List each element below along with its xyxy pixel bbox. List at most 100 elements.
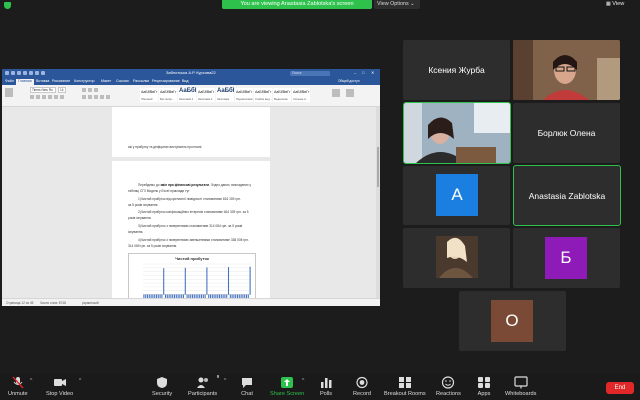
microphone-muted-icon <box>12 376 24 389</box>
paragraph-line: 314 069 грн. за 5 років існування. <box>128 244 178 248</box>
style-sample: АаБбВвГг <box>141 90 158 94</box>
unmute-button[interactable]: Unmute <box>8 376 28 400</box>
whiteboards-button[interactable]: Whiteboards <box>505 376 536 400</box>
highlight-icon <box>60 95 64 99</box>
active-speaker-tile[interactable]: Anastasia Zablotska <box>513 165 621 226</box>
paragraph-line: існування. <box>128 230 144 234</box>
word-ribbon: Times New Ro 14 АаБбВвГг Обычный АаБбВвГ… <box>2 79 380 107</box>
participant-video-tile[interactable] <box>403 228 510 288</box>
document-page: Перейдемо до змін про фінансові результа… <box>112 161 270 298</box>
align-left-icon <box>82 95 86 99</box>
participant-video-tile[interactable] <box>513 40 620 100</box>
participants-caret-icon[interactable]: ^ <box>224 378 226 384</box>
redo-icon <box>23 71 27 75</box>
style-title: АаБбІ Заголовок <box>216 88 234 102</box>
word-search-box: Поиск <box>290 71 330 76</box>
chat-icon <box>242 378 252 388</box>
maximize-icon: □ <box>362 70 365 75</box>
polls-button[interactable]: Polls <box>319 376 333 400</box>
minimize-icon: – <box>354 70 357 75</box>
style-name: Обычный <box>141 98 153 101</box>
participant-video <box>404 103 510 163</box>
participants-label: Participants <box>188 391 218 397</box>
chat-button[interactable]: Chat <box>240 376 254 400</box>
chart-svg: Чистий прибуток <box>143 256 251 298</box>
document-title: Заблотська А.Р. Курсова22 <box>166 70 216 75</box>
chart-bar <box>184 267 186 295</box>
tab-insert: Вставка <box>36 79 50 83</box>
video-options-caret-icon[interactable]: ^ <box>79 378 81 384</box>
bold-run: змін про фінансові результати <box>160 183 209 187</box>
style-name: Подзаголовок <box>236 98 253 101</box>
share-screen-button[interactable]: Share Screen <box>270 376 304 400</box>
participants-button[interactable]: 9 Participants <box>188 374 220 400</box>
polls-icon <box>321 378 332 388</box>
participant-avatar: A <box>436 174 478 216</box>
chart-bar <box>249 266 251 295</box>
chart-net-profit: Чистий прибуток <box>128 253 256 298</box>
paragraph-line: 1)Чистий прибуток від критичної ліквідно… <box>138 197 241 201</box>
chart-bars <box>143 266 251 298</box>
word-title-bar: Заблотська А.Р. Курсова22 Поиск – □ ✕ <box>2 69 380 78</box>
view-options-button[interactable]: View Options ⌄ <box>374 0 420 9</box>
share-options-caret-icon[interactable]: ^ <box>302 378 304 384</box>
undo-icon <box>17 71 21 75</box>
record-button[interactable]: Record <box>353 376 371 400</box>
paragraph-line: 4)Чистий прибуток з поверненими зменшенн… <box>138 238 249 242</box>
justify-icon <box>100 95 104 99</box>
word-count: Число слов: 8748 <box>40 301 66 305</box>
scrollbar-thumb <box>377 147 379 187</box>
style-heading1: АаБбІ Заголовок 1 <box>178 88 196 102</box>
end-meeting-button[interactable]: End <box>606 382 634 394</box>
shield-icon <box>157 377 168 388</box>
share-label: Общий доступ <box>338 79 360 83</box>
tab-layout: Макет <box>101 79 112 83</box>
dictate-icon <box>346 89 354 97</box>
style-sample: АаБбВвГг <box>255 90 272 94</box>
style-sample: АаБбВвГг <box>274 90 291 94</box>
breakout-rooms-button[interactable]: Breakout Rooms <box>384 376 426 400</box>
vertical-scrollbar <box>376 107 380 298</box>
style-sample: АаБбВвГг <box>160 90 177 94</box>
apps-button[interactable]: Apps <box>477 376 491 400</box>
paragraph-line: років існування. <box>128 216 152 220</box>
style-sample: АаБбВвГг <box>198 90 215 94</box>
participant-tile[interactable]: A <box>403 166 510 225</box>
more-icon <box>35 71 39 75</box>
participant-tile[interactable]: Б <box>513 228 620 288</box>
security-shield-icon[interactable] <box>4 2 11 9</box>
whiteboard-icon <box>514 376 528 389</box>
whiteboards-label: Whiteboards <box>505 391 537 397</box>
tab-view: Вид <box>182 79 189 83</box>
reactions-label: Reactions <box>436 391 461 397</box>
stop-video-button[interactable]: Stop Video <box>46 376 73 400</box>
refresh-icon <box>41 71 45 75</box>
style-subtle-emphasis: АаБбВвГг Слабое выд... <box>254 88 272 102</box>
view-button[interactable]: ▦ View <box>606 1 624 7</box>
participant-avatar: О <box>491 300 533 342</box>
document-canvas: які у прибутку та дефіцитах виступають п… <box>2 107 380 298</box>
paragraph-line: таблиці СГЗ Модель у Excel приклади тут <box>128 189 190 193</box>
breakout-rooms-label: Breakout Rooms <box>384 391 426 397</box>
close-icon: ✕ <box>371 70 375 75</box>
participants-count: 9 <box>216 374 220 379</box>
participant-video-tile[interactable] <box>403 102 511 164</box>
participant-tile[interactable]: Ксения Журба <box>403 40 510 100</box>
font-size-box: 14 <box>58 87 66 93</box>
page1-text: які у прибутку та дефіцитах виступають п… <box>128 145 203 149</box>
audio-options-caret-icon[interactable]: ^ <box>30 378 32 384</box>
share-screen-icon <box>281 377 294 388</box>
tab-mailings: Рассылки <box>133 79 150 83</box>
text-run: таблиці СГЗ Модель у Excel <box>128 189 171 193</box>
participant-tile[interactable]: О <box>459 291 566 351</box>
participant-avatar: Б <box>545 237 587 279</box>
indent-icon <box>94 88 98 92</box>
share-screen-label: Share Screen <box>270 391 305 397</box>
reactions-button[interactable]: Reactions <box>436 376 461 400</box>
record-label: Record <box>353 391 372 397</box>
chat-label: Chat <box>241 391 253 397</box>
meeting-toolbar: Unmute ^ Stop Video ^ Security 9 Partici… <box>0 374 640 400</box>
hyperlink: приклади тут <box>170 189 190 193</box>
security-button[interactable]: Security <box>152 376 172 400</box>
participant-tile[interactable]: Борлюк Олена <box>513 103 620 163</box>
